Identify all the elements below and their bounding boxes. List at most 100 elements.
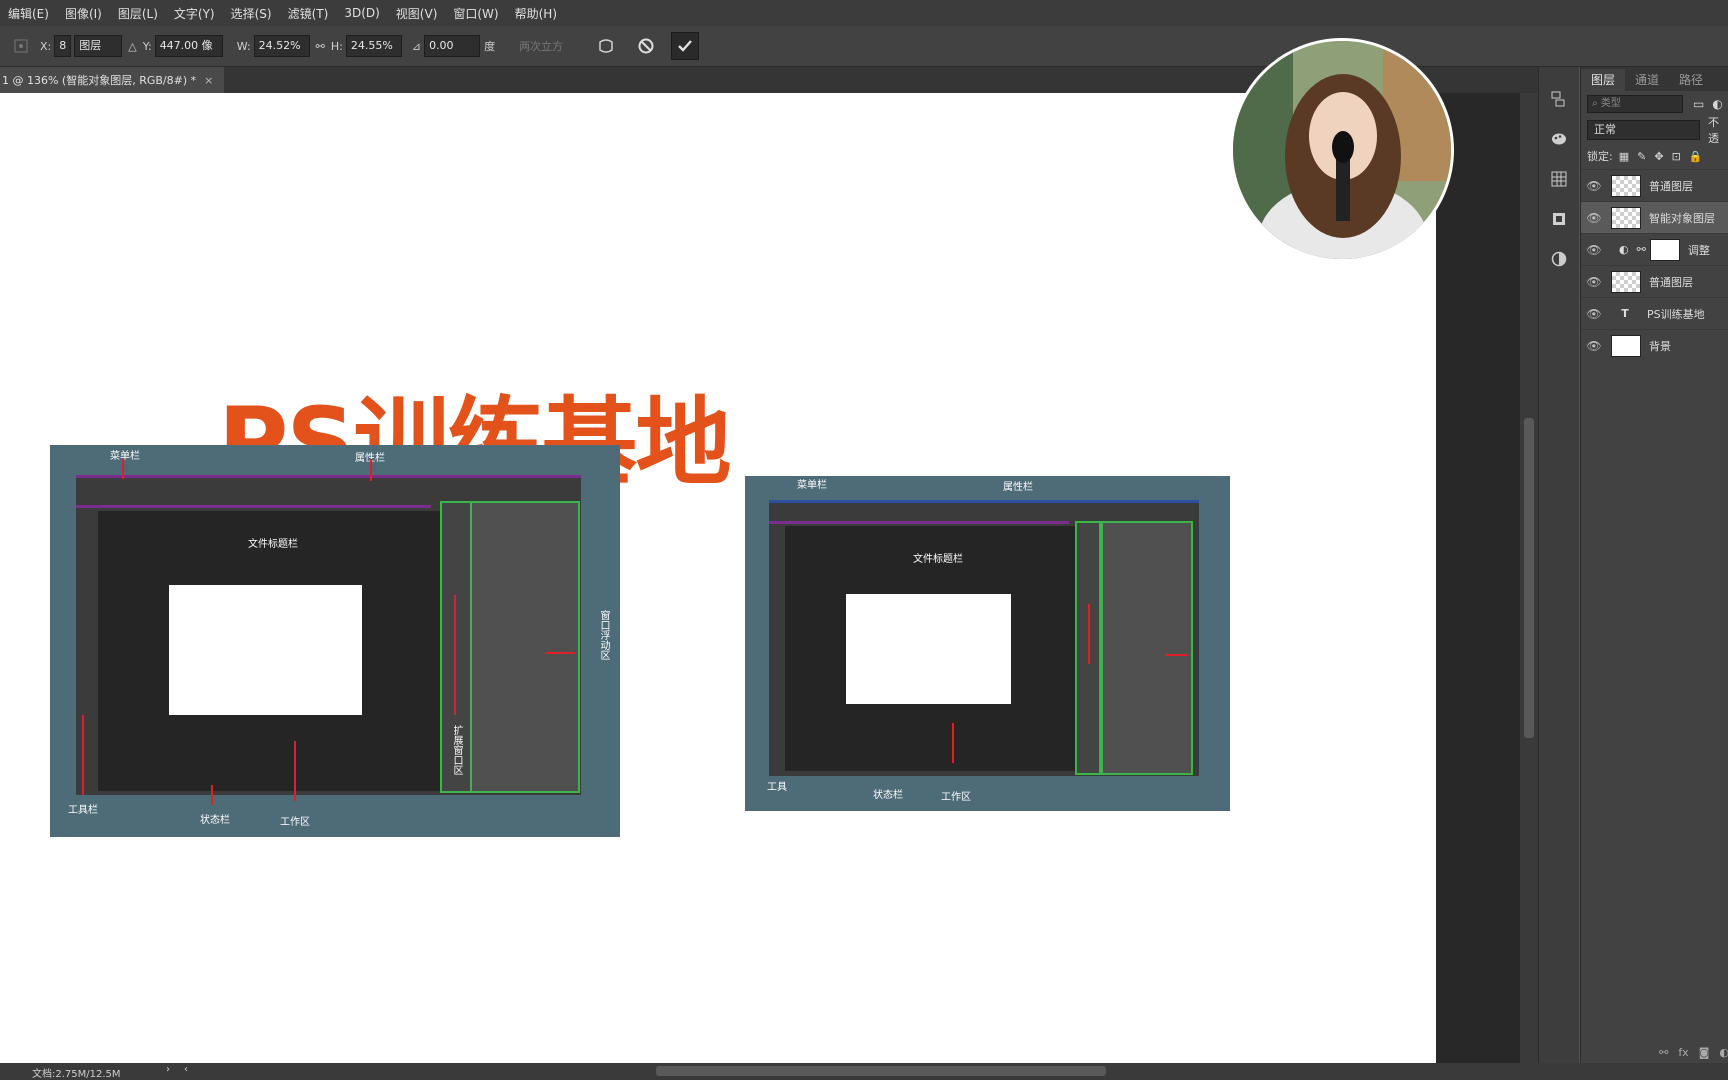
menu-view[interactable]: 视图(V) bbox=[388, 5, 446, 22]
scroll-left-icon[interactable]: ‹ bbox=[184, 1064, 188, 1075]
vertical-scrollbar[interactable] bbox=[1520, 93, 1538, 1063]
commit-transform-icon[interactable] bbox=[671, 32, 700, 60]
mockup-panel bbox=[470, 501, 580, 793]
menu-layer[interactable]: 图层(L) bbox=[110, 5, 166, 22]
mockup-right: 菜单栏 属性栏 文件标题栏 工具 状态栏 工作区 bbox=[745, 476, 1230, 811]
layers-panel-footer: ⚯ fx ◙ ◐ bbox=[1581, 1046, 1728, 1059]
layer-thumbnail bbox=[1611, 270, 1641, 293]
visibility-eye-icon[interactable]: 👁 bbox=[1581, 275, 1607, 289]
visibility-eye-icon[interactable]: 👁 bbox=[1581, 243, 1607, 257]
adjustment-layer-icon: ◐ bbox=[1619, 243, 1629, 256]
arrow bbox=[294, 741, 296, 801]
blend-mode-select[interactable]: 正常 bbox=[1587, 120, 1700, 140]
label-status: 状态栏 bbox=[200, 815, 230, 826]
warp-icon[interactable] bbox=[593, 33, 619, 59]
link-icon[interactable]: ⚯ bbox=[316, 40, 325, 53]
menu-type[interactable]: 文字(Y) bbox=[166, 5, 223, 22]
label-menubar: 菜单栏 bbox=[110, 451, 140, 462]
label-titlebar: 文件标题栏 bbox=[913, 554, 963, 565]
filter-placeholder: 类型 bbox=[1600, 98, 1621, 109]
menu-edit[interactable]: 编辑(E) bbox=[0, 5, 57, 22]
menu-filter[interactable]: 滤镜(T) bbox=[280, 5, 337, 22]
lock-artboard-icon[interactable]: ⊡ bbox=[1672, 150, 1681, 163]
image-filter-icon[interactable]: ▭ bbox=[1693, 97, 1704, 111]
mask-thumbnail bbox=[1649, 238, 1680, 261]
w-label: W: bbox=[236, 39, 251, 53]
menu-help[interactable]: 帮助(H) bbox=[507, 5, 565, 22]
arrow bbox=[952, 723, 954, 763]
arrow bbox=[370, 459, 372, 481]
opacity-label: 不透 bbox=[1708, 116, 1719, 145]
webcam-avatar bbox=[1230, 38, 1454, 262]
lock-move-icon[interactable]: ✥ bbox=[1654, 150, 1663, 163]
mockup-title-line bbox=[769, 521, 1069, 524]
layer-filter-input[interactable]: ⌕ 类型 bbox=[1587, 95, 1683, 113]
menu-window[interactable]: 窗口(W) bbox=[445, 5, 506, 22]
cancel-transform-icon[interactable] bbox=[633, 33, 659, 59]
libraries-icon[interactable] bbox=[1539, 199, 1579, 239]
layer-row[interactable]: 👁 T PS训练基地 bbox=[1581, 297, 1728, 329]
w-field[interactable]: 24.52% bbox=[253, 35, 310, 57]
menu-select[interactable]: 选择(S) bbox=[223, 5, 280, 22]
label-titlebar: 文件标题栏 bbox=[248, 539, 298, 550]
layer-name: 调整 bbox=[1687, 243, 1710, 257]
y-label: Y: bbox=[142, 39, 152, 53]
scrollbar-thumb[interactable] bbox=[1524, 418, 1534, 738]
history-icon[interactable] bbox=[1539, 79, 1579, 119]
mockup-left: 菜单栏 属性栏 文件标题栏 窗口浮动区 扩展窗口区 工具栏 状态栏 工作区 bbox=[50, 445, 620, 837]
layer-row[interactable]: 👁 普通图层 bbox=[1581, 265, 1728, 297]
menu-3d[interactable]: 3D(D) bbox=[336, 6, 387, 20]
adjust-filter-icon[interactable]: ◐ bbox=[1712, 97, 1722, 111]
tab-channels[interactable]: 通道 bbox=[1625, 69, 1669, 91]
swatches-grid-icon[interactable] bbox=[1539, 159, 1579, 199]
fx-icon[interactable]: fx bbox=[1678, 1046, 1688, 1059]
adjustments-icon[interactable] bbox=[1539, 239, 1579, 279]
add-mask-icon[interactable]: ◙ bbox=[1699, 1046, 1710, 1059]
layer-name: 普通图层 bbox=[1649, 275, 1693, 289]
layer-thumbnail bbox=[1611, 334, 1641, 357]
canvas[interactable]: PS训练基地 菜单栏 属性栏 文件标题栏 窗口浮动区 扩展窗口区 工具栏 状态栏… bbox=[0, 93, 1436, 1063]
layer-row[interactable]: 👁 ◐ ⚯ 调整 bbox=[1581, 233, 1728, 265]
menu-image[interactable]: 图像(I) bbox=[57, 5, 110, 22]
visibility-eye-icon[interactable]: 👁 bbox=[1581, 339, 1607, 353]
link-icon: ⚯ bbox=[1636, 243, 1646, 256]
lock-pixels-icon[interactable]: ▦ bbox=[1619, 150, 1629, 163]
close-icon[interactable]: × bbox=[204, 74, 213, 87]
color-palette-icon[interactable] bbox=[1539, 119, 1579, 159]
label-options: 属性栏 bbox=[1003, 482, 1033, 493]
arrow bbox=[545, 652, 575, 654]
arrow bbox=[454, 595, 456, 715]
h-field[interactable]: 24.55% bbox=[345, 35, 402, 57]
interpolation-select[interactable]: 两次立方 bbox=[519, 38, 563, 54]
reference-select[interactable]: 图层 bbox=[74, 35, 123, 57]
layer-row[interactable]: 👁 背景 bbox=[1581, 329, 1728, 361]
layer-row[interactable]: 👁 智能对象图层 bbox=[1581, 201, 1728, 233]
reference-point-icon[interactable] bbox=[8, 33, 34, 59]
x-field[interactable]: 8 bbox=[54, 35, 72, 57]
label-toolbar: 工具 bbox=[767, 782, 787, 793]
tab-paths[interactable]: 路径 bbox=[1669, 69, 1713, 91]
visibility-eye-icon[interactable]: 👁 bbox=[1581, 211, 1607, 225]
visibility-eye-icon[interactable]: 👁 bbox=[1581, 179, 1607, 193]
mockup-menu-line bbox=[769, 500, 1199, 503]
tab-layers[interactable]: 图层 bbox=[1581, 69, 1626, 91]
angle-icon: ⊿ bbox=[411, 39, 422, 53]
new-adjustment-icon[interactable]: ◐ bbox=[1719, 1046, 1728, 1059]
arrow bbox=[1088, 604, 1090, 664]
link-layers-icon[interactable]: ⚯ bbox=[1659, 1046, 1668, 1059]
lock-brush-icon[interactable]: ✎ bbox=[1637, 150, 1646, 163]
y-field[interactable]: 447.00 像 bbox=[154, 35, 223, 57]
label-toolbar: 工具栏 bbox=[68, 805, 98, 816]
visibility-eye-icon[interactable]: 👁 bbox=[1581, 307, 1607, 321]
delta-icon: △ bbox=[128, 39, 137, 53]
document-tab[interactable]: 1 @ 136% (智能对象图层, RGB/8#) * × bbox=[0, 67, 224, 93]
angle-field[interactable]: 0.00 bbox=[424, 35, 481, 57]
status-expand-icon[interactable]: › bbox=[166, 1064, 170, 1075]
layer-row[interactable]: 👁 普通图层 bbox=[1581, 169, 1728, 201]
status-bar: 文档:2.75M/12.5M › ‹ bbox=[0, 1063, 1728, 1080]
arrow bbox=[1165, 654, 1187, 656]
lock-all-icon[interactable]: 🔒 bbox=[1689, 150, 1703, 163]
layer-name: 普通图层 bbox=[1649, 179, 1693, 193]
arrow bbox=[82, 715, 84, 795]
horizontal-scrollbar-thumb[interactable] bbox=[656, 1066, 1106, 1076]
